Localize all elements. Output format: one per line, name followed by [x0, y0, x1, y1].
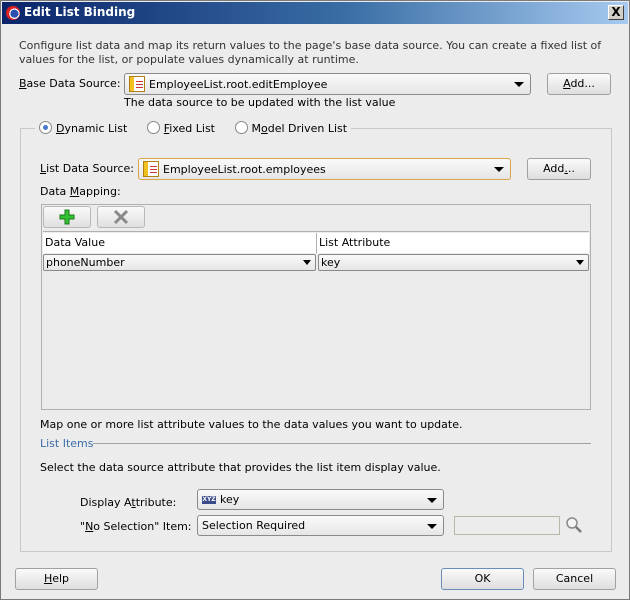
chevron-down-icon — [303, 260, 311, 265]
chevron-down-icon — [427, 524, 437, 529]
list-type-radio-group: Dynamic List Fixed List Model Driven Lis… — [35, 121, 352, 135]
radio-model-driven-list[interactable]: Model Driven List — [234, 121, 347, 135]
display-attribute-label: Display Attribute: — [80, 496, 177, 509]
radio-dot — [146, 121, 160, 134]
list-attribute-combo[interactable]: key — [318, 254, 589, 271]
list-items-section-title: List Items — [40, 437, 94, 450]
dialog-description: Configure list data and map its return v… — [19, 39, 602, 66]
data-mapping-label: Data Mapping: — [40, 185, 121, 198]
data-value-combo[interactable]: phoneNumber — [43, 254, 316, 271]
base-data-source-hint: The data source to be updated with the l… — [124, 96, 396, 109]
data-source-icon — [143, 161, 159, 177]
no-selection-label: "No Selection" Item: — [80, 520, 192, 533]
base-add-button[interactable]: Add... — [547, 73, 611, 95]
search-icon[interactable] — [565, 516, 583, 534]
radio-fixed-list[interactable]: Fixed List — [146, 121, 215, 135]
radio-dot — [39, 121, 52, 134]
data-mapping-panel: Data Value List Attribute phoneNumber ke… — [41, 204, 591, 410]
section-divider — [93, 443, 591, 444]
chevron-down-icon — [576, 260, 584, 265]
list-data-source-combo[interactable]: EmployeeList.root.employees — [138, 158, 511, 180]
base-data-source-label: Base Data Source: — [19, 77, 121, 90]
base-data-source-combo[interactable]: EmployeeList.root.editEmployee — [124, 73, 531, 95]
list-add-button[interactable]: Add... — [527, 158, 591, 180]
base-data-source-value: EmployeeList.root.editEmployee — [149, 77, 328, 91]
attribute-icon: XYZ — [202, 495, 216, 504]
no-selection-combo[interactable]: Selection Required — [197, 515, 444, 536]
no-selection-value: Selection Required — [202, 519, 306, 532]
radio-dot — [234, 121, 248, 134]
display-attribute-value: key — [220, 493, 240, 506]
edit-list-binding-dialog: Edit List Binding X Configure list data … — [0, 0, 630, 600]
list-data-source-label: List Data Source: — [40, 162, 134, 175]
column-header-list-attribute[interactable]: List Attribute — [317, 233, 589, 253]
delete-icon — [113, 209, 129, 225]
column-header-data-value[interactable]: Data Value — [43, 233, 317, 253]
ok-button[interactable]: OK — [441, 568, 524, 590]
display-attribute-combo[interactable]: XYZ key — [197, 489, 444, 510]
data-source-icon — [129, 76, 145, 92]
dialog-title: Edit List Binding — [24, 5, 136, 19]
list-data-source-value: EmployeeList.root.employees — [163, 162, 326, 176]
app-logo-icon — [6, 6, 20, 20]
data-mapping-hint: Map one or more list attribute values to… — [40, 418, 463, 431]
help-button[interactable]: Help — [15, 568, 98, 590]
plus-icon — [59, 209, 75, 225]
radio-dynamic-list[interactable]: Dynamic List — [39, 121, 127, 135]
title-bar: Edit List Binding X — [2, 2, 628, 24]
chevron-down-icon — [427, 498, 437, 503]
close-button[interactable]: X — [608, 5, 624, 20]
add-mapping-button[interactable] — [43, 206, 91, 228]
chevron-down-icon — [494, 167, 504, 172]
list-items-hint: Select the data source attribute that pr… — [40, 461, 441, 474]
chevron-down-icon — [514, 82, 524, 87]
cancel-button[interactable]: Cancel — [533, 568, 616, 590]
remove-mapping-button[interactable] — [97, 206, 145, 228]
mapping-table: Data Value List Attribute phoneNumber ke… — [43, 231, 589, 409]
no-selection-text-field[interactable] — [454, 516, 560, 535]
